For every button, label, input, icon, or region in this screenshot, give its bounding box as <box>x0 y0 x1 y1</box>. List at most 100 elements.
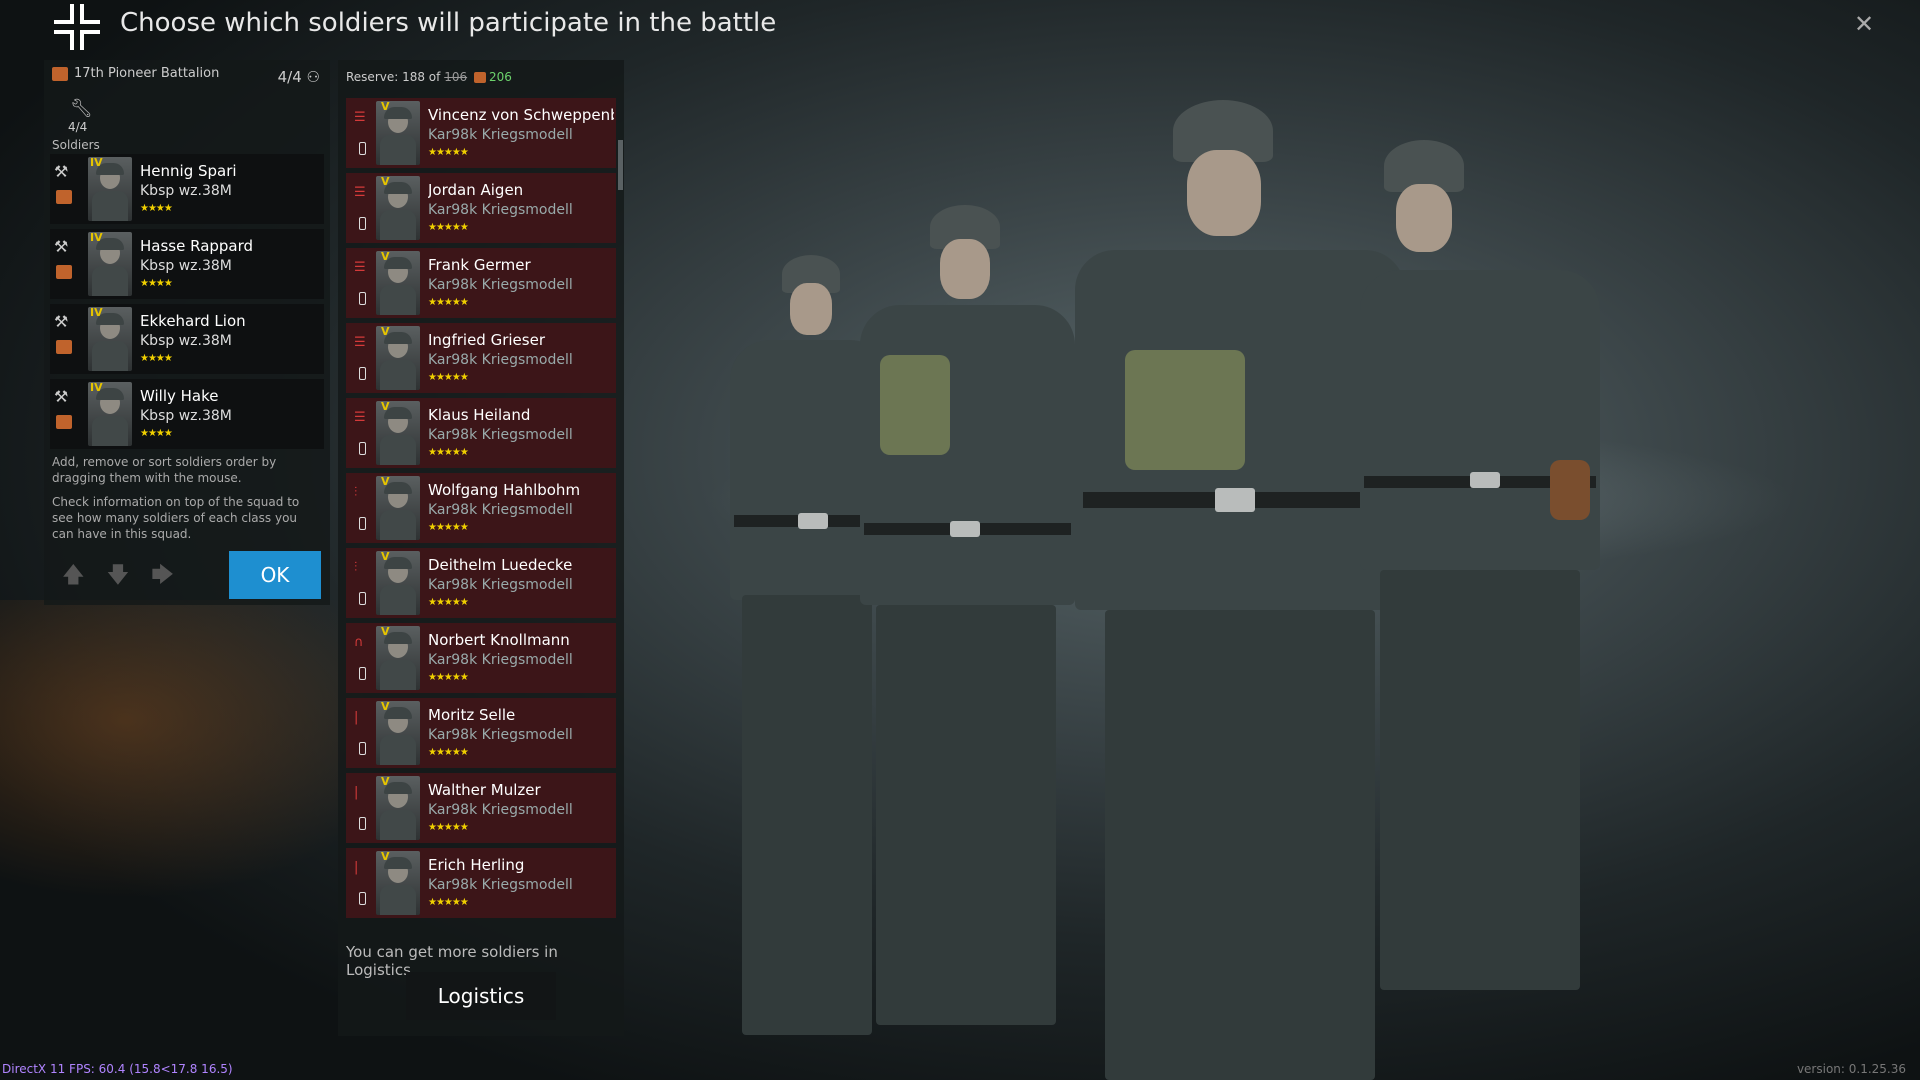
class-icon: ☰ <box>354 335 366 350</box>
soldier-weapon: Kar98k Kriegsmodell <box>428 427 573 443</box>
soldier-name: Ingfried Grieser <box>428 331 545 349</box>
reserve-upgrade-icon <box>473 72 486 83</box>
logistics-button[interactable]: Logistics <box>406 972 556 1020</box>
reserve-soldier-row[interactable]: ⫶ V Deithelm Luedecke Kar98k Kriegsmodell ★★… <box>346 548 616 618</box>
soldier-weapon: Kar98k Kriegsmodell <box>428 877 573 893</box>
class-icon: | <box>354 710 359 725</box>
soldier-stars: ★★★★★ <box>428 222 469 233</box>
arrow-up-icon[interactable]: 🡅 <box>62 563 85 588</box>
soldier-name: Willy Hake <box>140 387 219 405</box>
soldier-weapon: Kar98k Kriegsmodell <box>428 727 573 743</box>
soldier-stars: ★★★★★ <box>428 822 469 833</box>
soldier-stars: ★★★★★ <box>428 597 469 608</box>
soldier-name: Klaus Heiland <box>428 406 531 424</box>
rank-label: V <box>381 100 390 113</box>
help-text-classes: Check information on top of the squad to… <box>52 495 300 541</box>
reserve-soldier-row[interactable]: ☰ V Frank Germer Kar98k Kriegsmodell ★★★★★ <box>346 248 616 318</box>
medal-icon <box>56 190 72 204</box>
soldier-stars: ★★★★★ <box>428 297 469 308</box>
close-icon[interactable]: ✕ <box>1854 10 1874 38</box>
rank-label: V <box>381 475 390 488</box>
reserve-soldier-row[interactable]: | V Erich Herling Kar98k Kriegsmodell ★★★★★ <box>346 848 616 918</box>
medal-icon <box>56 340 72 354</box>
soldier-weapon: Kbsp wz.38M <box>140 258 232 274</box>
class-icon: ⫶ <box>354 485 358 500</box>
soldier-weapon: Kar98k Kriegsmodell <box>428 577 573 593</box>
squad-soldier-row[interactable]: ⚒ IV Hennig Spari Kbsp wz.38M ★★★★ <box>50 154 324 224</box>
soldier-weapon: Kar98k Kriegsmodell <box>428 202 573 218</box>
reserve-scrollbar[interactable] <box>618 140 623 190</box>
wrench-icon: ⚒ <box>54 162 69 181</box>
soldier-stars: ★★★★★ <box>428 447 469 458</box>
reserve-header: Reserve: 188 of 106 206 <box>346 70 512 84</box>
soldier-weapon: Kbsp wz.38M <box>140 333 232 349</box>
soldier-stars: ★★★★ <box>140 428 173 439</box>
soldier-weapon: Kar98k Kriegsmodell <box>428 277 573 293</box>
rank-label: V <box>381 325 390 338</box>
medal-icon <box>56 265 72 279</box>
soldier-weapon: Kbsp wz.38M <box>140 183 232 199</box>
soldier-weapon: Kar98k Kriegsmodell <box>428 352 573 368</box>
equipment-slot-icon <box>359 442 366 455</box>
squad-soldier-row[interactable]: ⚒ IV Hasse Rappard Kbsp wz.38M ★★★★ <box>50 229 324 299</box>
rank-label: V <box>381 775 390 788</box>
version-label: version: 0.1.25.36 <box>1796 1062 1906 1076</box>
rank-label: IV <box>90 156 103 169</box>
rank-label: V <box>381 625 390 638</box>
equipment-slot-icon <box>359 517 366 530</box>
reserve-soldier-row[interactable]: ☰ V Vincenz von Schweppenburg Kar98k Kriegs… <box>346 98 616 168</box>
reserve-old-max: 106 <box>444 70 468 84</box>
squad-formation-icon <box>54 4 100 50</box>
rank-label: V <box>381 250 390 263</box>
wrench-icon: ⚒ <box>54 387 69 406</box>
reserve-soldier-row[interactable]: | V Walther Mulzer Kar98k Kriegsmodell ★★★★★ <box>346 773 616 843</box>
soldier-weapon: Kbsp wz.38M <box>140 408 232 424</box>
wrench-icon: ⚒ <box>54 312 69 331</box>
soldier-stars: ★★★★★ <box>428 672 469 683</box>
soldier-stars: ★★★★ <box>140 353 173 364</box>
reserve-soldier-row[interactable]: | V Moritz Selle Kar98k Kriegsmodell ★★★★★ <box>346 698 616 768</box>
soldier-weapon: Kar98k Kriegsmodell <box>428 802 573 818</box>
page-title: Choose which soldiers will participate i… <box>120 8 777 38</box>
medal-icon <box>56 415 72 429</box>
soldier-stars: ★★★★★ <box>428 747 469 758</box>
soldier-name: Vincenz von Schweppenburg <box>428 106 614 124</box>
equipment-slot-icon <box>359 892 366 905</box>
class-icon: ☰ <box>354 185 366 200</box>
reserve-soldier-row[interactable]: ☰ V Jordan Aigen Kar98k Kriegsmodell ★★★★★ <box>346 173 616 243</box>
soldier-weapon: Kar98k Kriegsmodell <box>428 652 573 668</box>
class-icon: ⫶ <box>354 560 358 575</box>
reserve-label: Reserve: 188 of <box>346 70 441 84</box>
soldiers-label: Soldiers <box>52 138 100 152</box>
arrow-right-icon[interactable]: 🡆 <box>151 563 174 588</box>
reserve-soldier-row[interactable]: ☰ V Klaus Heiland Kar98k Kriegsmodell ★★★★★ <box>346 398 616 468</box>
class-icon: ☰ <box>354 110 366 125</box>
reserve-soldier-row[interactable]: ∩ V Norbert Knollmann Kar98k Kriegsmodell ★★… <box>346 623 616 693</box>
soldier-name: Jordan Aigen <box>428 181 524 199</box>
class-icon: | <box>354 785 359 800</box>
reserve-soldier-row[interactable]: ☰ V Ingfried Grieser Kar98k Kriegsmodell ★★★… <box>346 323 616 393</box>
equipment-slot-icon <box>359 292 366 305</box>
soldier-name: Erich Herling <box>428 856 525 874</box>
squad-name: 17th Pioneer Battalion <box>74 66 220 81</box>
arrow-down-icon[interactable]: 🡇 <box>107 563 130 588</box>
equipment-slot-icon <box>359 217 366 230</box>
squad-soldier-row[interactable]: ⚒ IV Ekkehard Lion Kbsp wz.38M ★★★★ <box>50 304 324 374</box>
equipment-slot-icon <box>359 817 366 830</box>
ok-button[interactable]: OK <box>229 551 321 599</box>
equipment-slot-icon <box>359 367 366 380</box>
squad-soldier-row[interactable]: ⚒ IV Willy Hake Kbsp wz.38M ★★★★ <box>50 379 324 449</box>
class-icon: | <box>354 860 359 875</box>
squad-header: 17th Pioneer Battalion <box>52 66 219 81</box>
soldier-name: Ekkehard Lion <box>140 312 246 330</box>
rank-label: V <box>381 700 390 713</box>
soldier-stars: ★★★★★ <box>428 897 469 908</box>
person-icon: ⚇ <box>306 68 320 86</box>
soldier-weapon: Kar98k Kriegsmodell <box>428 127 573 143</box>
soldier-weapon: Kar98k Kriegsmodell <box>428 502 573 518</box>
equipment-slot-icon <box>359 592 366 605</box>
reserve-soldier-row[interactable]: ⫶ V Wolfgang Hahlbohm Kar98k Kriegsmodell ★★… <box>346 473 616 543</box>
soldier-stars: ★★★★★ <box>428 522 469 533</box>
class-icon: ☰ <box>354 260 366 275</box>
wrench-icon: 🔧︎ <box>70 98 93 119</box>
